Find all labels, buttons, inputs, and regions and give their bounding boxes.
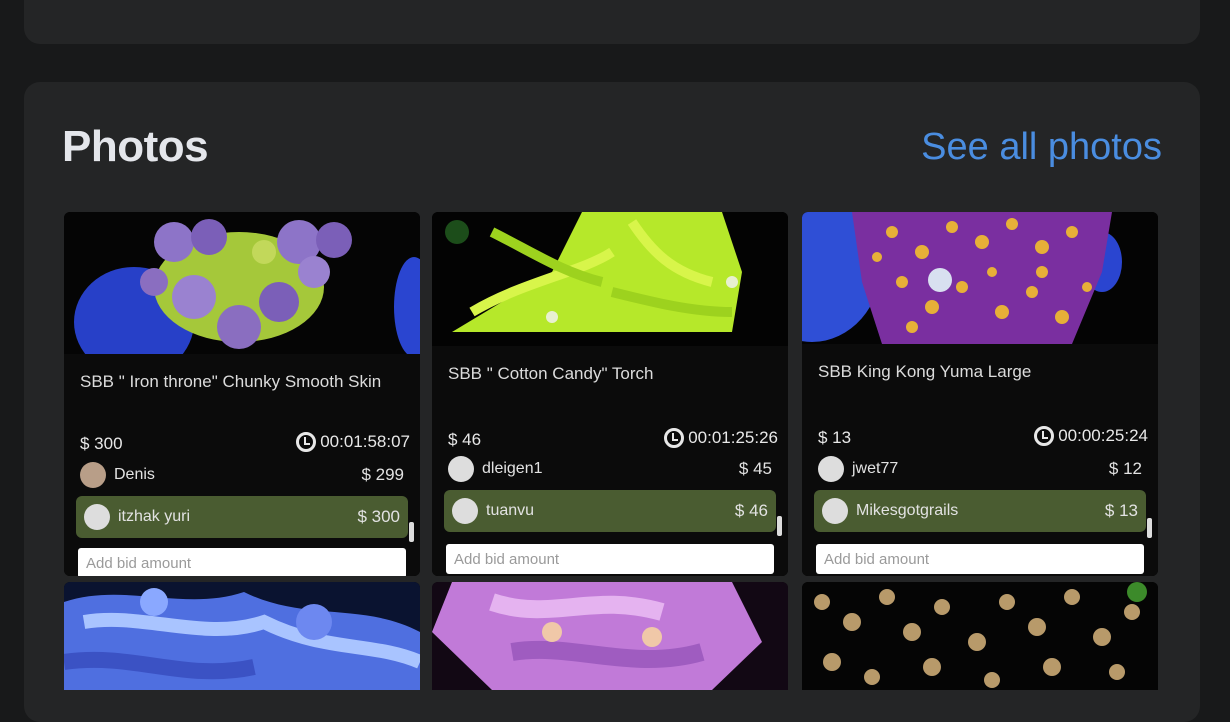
bid-row: jwet77 $ 12 (818, 454, 1142, 484)
bid-amount: $ 13 (1104, 501, 1138, 520)
bid-amount-input[interactable] (446, 544, 774, 574)
scrollbar[interactable] (777, 516, 782, 536)
timer-text: 00:01:25:26 (688, 428, 778, 447)
previous-section-card (24, 0, 1200, 44)
auction-timer: 00:01:58:07 (296, 432, 410, 452)
scrollbar[interactable] (1147, 518, 1152, 538)
listing-title: SBB King Kong Yuma Large (818, 362, 1032, 381)
listing-title: SBB " Iron throne" Chunky Smooth Skin (80, 372, 382, 391)
listing-price: $ 46 (448, 430, 482, 449)
avatar (80, 462, 106, 488)
bidder-name: itzhak yuri (118, 508, 191, 525)
coral-photo[interactable] (64, 582, 420, 690)
winning-bid-row: Mikesgotgrails $ 13 (814, 490, 1146, 532)
photo-tile[interactable]: SBB " Iron throne" Chunky Smooth Skin $ … (64, 212, 420, 576)
photo-tile[interactable]: SBB " Cotton Candy" Torch $ 46 00:01:25:… (432, 212, 788, 576)
bid-amount-input[interactable] (816, 544, 1144, 574)
bidder-name: dleigen1 (482, 460, 543, 477)
bid-row: Denis $ 299 (80, 460, 404, 490)
bid-amount-input[interactable] (78, 548, 406, 576)
bid-amount: $ 300 (357, 507, 400, 526)
bidder-name: Denis (114, 466, 155, 483)
avatar (818, 456, 844, 482)
winning-bid-row: itzhak yuri $ 300 (76, 496, 408, 538)
photos-heading: Photos (62, 122, 209, 171)
bid-amount: $ 46 (734, 501, 768, 520)
auction-timer: 00:00:25:24 (1034, 426, 1148, 446)
avatar (452, 498, 478, 524)
bid-amount: $ 45 (738, 459, 772, 478)
bidder-name: tuanvu (486, 502, 535, 519)
clock-icon (1034, 426, 1055, 446)
coral-photo[interactable] (64, 212, 420, 354)
bid-amount: $ 12 (1108, 459, 1142, 478)
clock-icon (296, 432, 317, 452)
bid-row: dleigen1 $ 45 (448, 454, 772, 484)
bidder-name: jwet77 (852, 460, 899, 477)
bid-amount: $ 299 (361, 465, 404, 484)
avatar (822, 498, 848, 524)
timer-text: 00:01:58:07 (320, 432, 410, 451)
see-all-photos-link[interactable]: See all photos (921, 126, 1162, 169)
coral-photo[interactable] (432, 212, 788, 346)
coral-photo[interactable] (802, 212, 1158, 344)
coral-photo[interactable] (802, 582, 1158, 690)
photo-tile[interactable] (432, 582, 788, 690)
winning-bid-row: tuanvu $ 46 (444, 490, 776, 532)
clock-icon (664, 428, 685, 448)
timer-text: 00:00:25:24 (1058, 426, 1148, 445)
listing-title: SBB " Cotton Candy" Torch (448, 364, 654, 383)
listing-price: $ 300 (80, 434, 123, 453)
scrollbar[interactable] (409, 522, 414, 542)
bidder-name: Mikesgotgrails (856, 502, 959, 519)
coral-photo[interactable] (432, 582, 788, 690)
auction-timer: 00:01:25:26 (664, 428, 778, 448)
photo-tile[interactable] (64, 582, 420, 690)
avatar (84, 504, 110, 530)
avatar (448, 456, 474, 482)
photo-tile[interactable]: SBB King Kong Yuma Large $ 13 00:00:25:2… (802, 212, 1158, 576)
listing-price: $ 13 (818, 428, 852, 447)
photo-tile[interactable] (802, 582, 1158, 690)
